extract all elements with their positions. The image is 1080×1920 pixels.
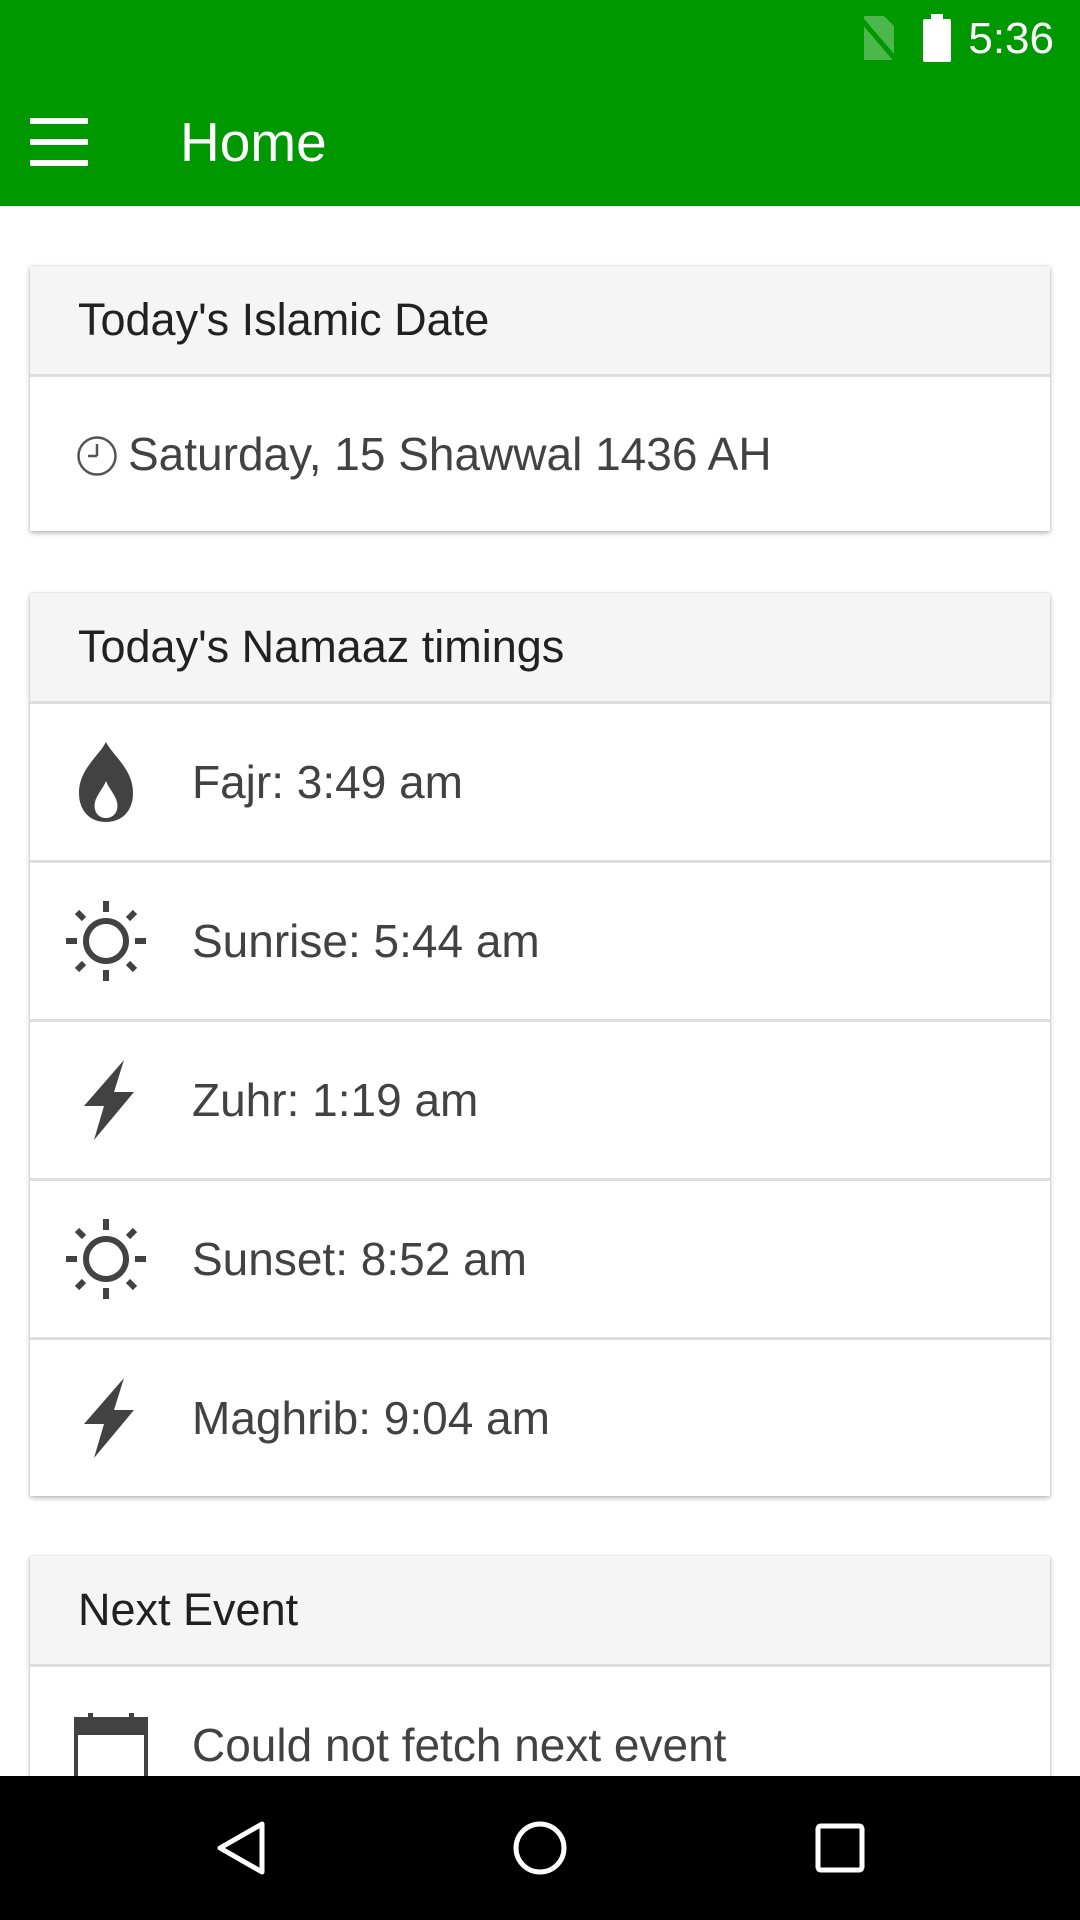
page-title: Home xyxy=(180,111,327,173)
status-bar: 5:36 xyxy=(0,0,1080,78)
navigation-bar xyxy=(0,1776,1080,1920)
recents-icon[interactable] xyxy=(810,1818,870,1878)
islamic-date-text: Saturday, 15 Shawwal 1436 AH xyxy=(128,428,772,480)
status-time: 5:36 xyxy=(968,14,1054,63)
prayer-label-sunset: Sunset: 8:52 am xyxy=(192,1233,527,1285)
prayer-row-sunset[interactable]: Sunset: 8:52 am xyxy=(30,1181,1050,1340)
app-toolbar: Home xyxy=(0,78,1080,206)
prayer-label-zuhr: Zuhr: 1:19 am xyxy=(192,1074,479,1126)
namaaz-timings-card: Today's Namaaz timings Fajr: 3:49 am Sun… xyxy=(30,593,1050,1496)
calendar-icon xyxy=(74,1713,148,1776)
next-event-header: Next Event xyxy=(30,1556,1050,1667)
sun-icon xyxy=(66,1219,146,1299)
prayer-row-sunrise[interactable]: Sunrise: 5:44 am xyxy=(30,863,1050,1022)
lightning-icon xyxy=(84,1060,134,1140)
menu-icon[interactable] xyxy=(28,118,90,166)
next-event-message: Could not fetch next event xyxy=(192,1719,727,1771)
namaaz-timings-header: Today's Namaaz timings xyxy=(30,593,1050,704)
battery-icon xyxy=(923,14,951,62)
prayer-label-maghrib: Maghrib: 9:04 am xyxy=(192,1392,550,1444)
no-sim-icon xyxy=(858,16,898,62)
sun-icon xyxy=(66,901,146,981)
back-icon[interactable] xyxy=(210,1818,270,1878)
islamic-date-card: Today's Islamic Date Saturday, 15 Shawwa… xyxy=(30,266,1050,531)
islamic-date-header: Today's Islamic Date xyxy=(30,266,1050,377)
next-event-row[interactable]: Could not fetch next event xyxy=(30,1667,1050,1776)
lightning-icon xyxy=(84,1378,134,1458)
main-content[interactable]: Today's Islamic Date Saturday, 15 Shawwa… xyxy=(0,206,1080,1776)
prayer-row-fajr[interactable]: Fajr: 3:49 am xyxy=(30,704,1050,863)
prayer-label-fajr: Fajr: 3:49 am xyxy=(192,756,463,808)
islamic-date-row: Saturday, 15 Shawwal 1436 AH xyxy=(30,377,1050,531)
home-icon[interactable] xyxy=(510,1818,570,1878)
next-event-card: Next Event Could not fetch next event xyxy=(30,1556,1050,1776)
prayer-row-zuhr[interactable]: Zuhr: 1:19 am xyxy=(30,1022,1050,1181)
prayer-row-maghrib[interactable]: Maghrib: 9:04 am xyxy=(30,1340,1050,1496)
prayer-label-sunrise: Sunrise: 5:44 am xyxy=(192,915,540,967)
clock-icon xyxy=(77,436,117,476)
flame-icon xyxy=(79,742,133,822)
